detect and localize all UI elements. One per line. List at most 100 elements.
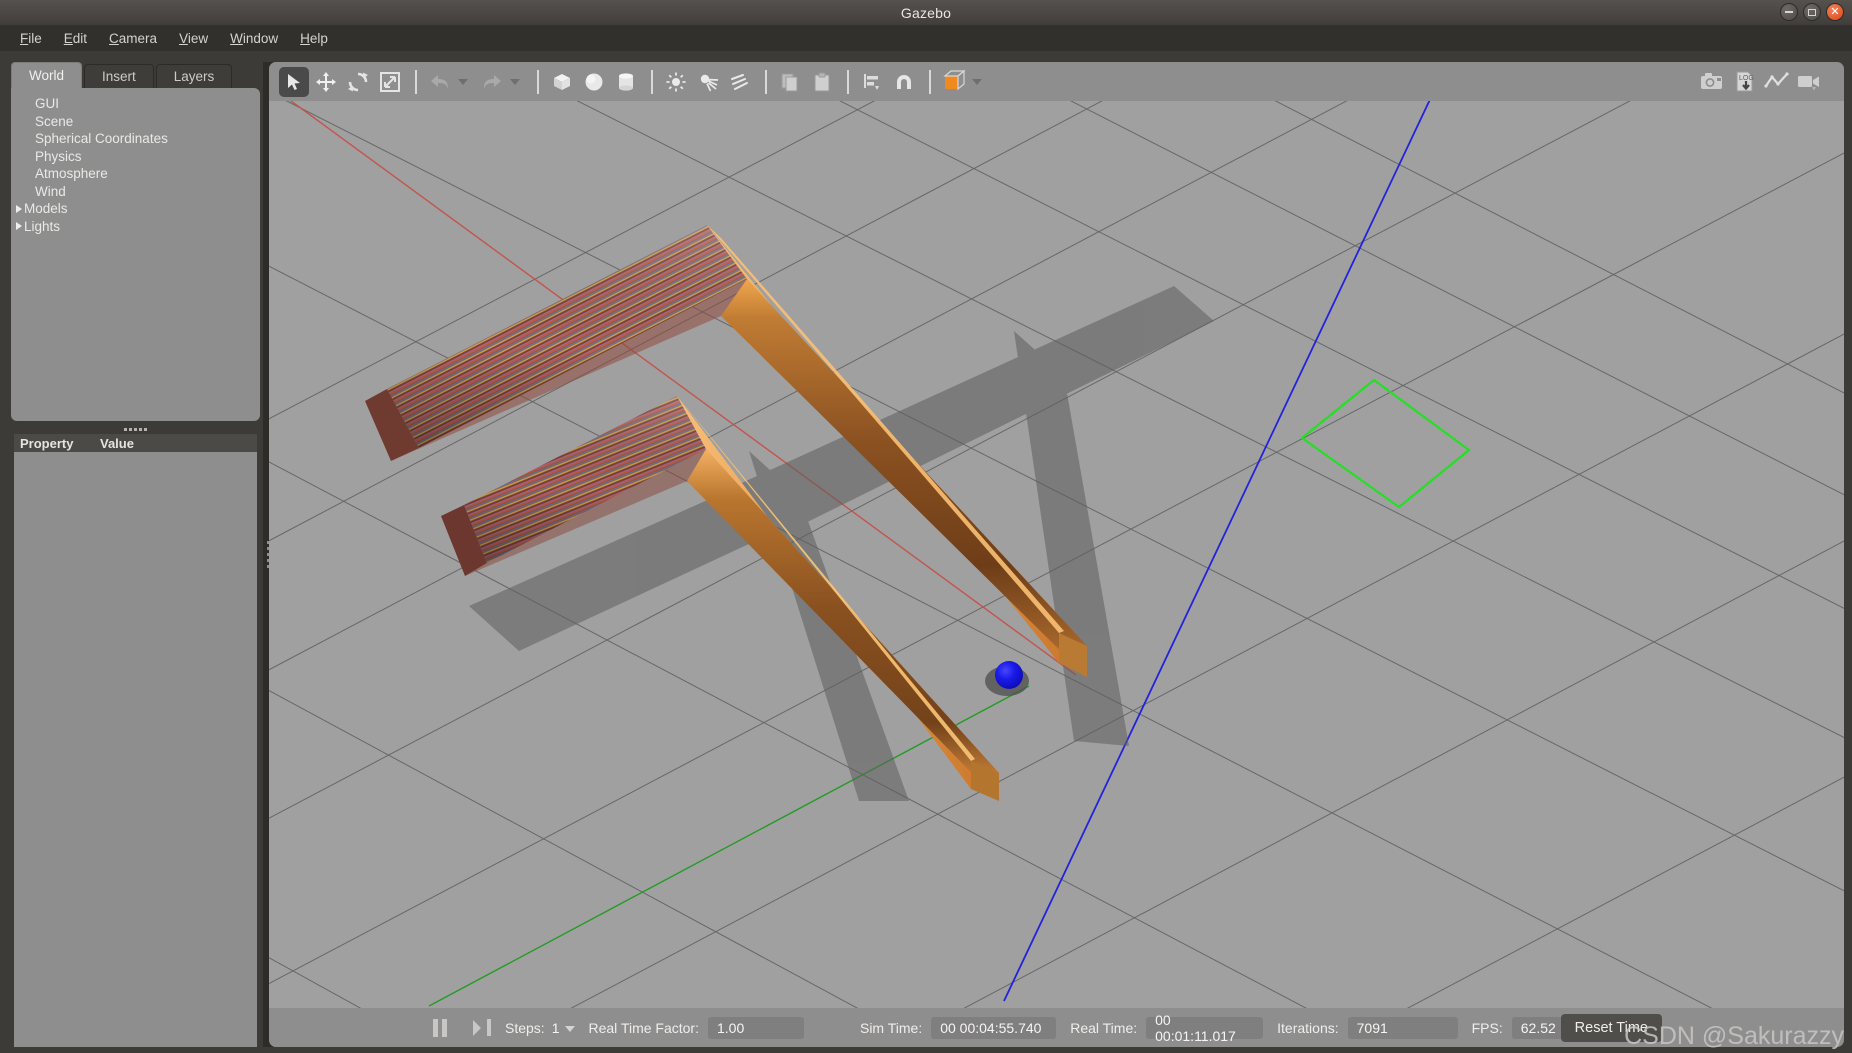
- close-button[interactable]: ✕: [1826, 3, 1844, 21]
- sim-time-field: 00 00:04:55.740: [931, 1016, 1057, 1039]
- tree-item-lights[interactable]: Lights: [11, 218, 260, 236]
- scene-toolbar: LOG: [269, 62, 1844, 101]
- redo-dropdown-caret-icon[interactable]: [510, 78, 520, 85]
- tab-insert-label: Insert: [102, 69, 136, 84]
- column-header-value: Value: [100, 435, 134, 451]
- column-header-property: Property: [20, 435, 74, 451]
- menu-item-view[interactable]: View: [169, 28, 218, 49]
- undo-dropdown-caret-icon[interactable]: [458, 78, 468, 85]
- tree-item-gui-label: GUI: [35, 96, 60, 112]
- tree-item-lights-label: Lights: [24, 218, 61, 234]
- copy-icon: [781, 73, 798, 91]
- menu-item-camera[interactable]: Camera: [99, 28, 167, 49]
- scale-mode-button[interactable]: [375, 67, 405, 97]
- scene-toolbar-right: LOG: [1698, 62, 1826, 101]
- camera-icon: [1701, 72, 1722, 89]
- tree-item-physics-label: Physics: [35, 148, 82, 164]
- sim-time-value: 00 00:04:55.740: [940, 1019, 1042, 1036]
- screenshot-button[interactable]: [1698, 67, 1728, 97]
- watermark: CSDN @Sakurazzy: [1624, 1022, 1844, 1050]
- steps-value[interactable]: 1: [552, 1020, 560, 1036]
- maximize-button[interactable]: [1803, 3, 1821, 21]
- redo-button[interactable]: [477, 67, 507, 97]
- plotting-button[interactable]: [1762, 67, 1792, 97]
- toolbar-divider: [765, 69, 767, 94]
- tree-item-models[interactable]: Models: [11, 200, 260, 218]
- real-time-factor-value: 1.00: [716, 1019, 745, 1036]
- video-camera-icon: [1798, 75, 1819, 90]
- step-forward-button[interactable]: [472, 1019, 491, 1037]
- real-time-field: 00 00:01:11.017: [1146, 1012, 1264, 1044]
- tab-insert[interactable]: Insert: [84, 64, 154, 88]
- iterations-value: 7091: [1356, 1019, 1388, 1036]
- undo-button[interactable]: [425, 67, 455, 97]
- paste-button[interactable]: [807, 67, 837, 97]
- property-table-header: Property Value: [14, 434, 257, 452]
- insert-point-light-button[interactable]: [661, 67, 691, 97]
- scale-icon: [380, 71, 400, 92]
- tab-layers[interactable]: Layers: [155, 64, 233, 88]
- maximize-icon: [1808, 8, 1816, 16]
- rotate-mode-button[interactable]: [343, 67, 373, 97]
- steps-label: Steps:: [505, 1019, 545, 1036]
- iterations-field: 7091: [1347, 1016, 1458, 1039]
- insert-spot-light-button[interactable]: [693, 67, 723, 97]
- main-container: World Insert Layers GUI Scene Spherical …: [0, 51, 1852, 1053]
- iterations-label: Iterations:: [1277, 1019, 1339, 1036]
- select-mode-button[interactable]: [279, 66, 309, 97]
- insert-sphere-button[interactable]: [579, 67, 609, 97]
- close-icon: ✕: [1830, 5, 1840, 18]
- tree-item-scene-label: Scene: [35, 113, 74, 129]
- tab-layers-label: Layers: [173, 69, 215, 84]
- tree-item-physics[interactable]: Physics: [11, 148, 260, 166]
- log-data-button[interactable]: LOG: [1730, 67, 1760, 97]
- view-angle-button[interactable]: [939, 67, 969, 97]
- copy-button[interactable]: [775, 67, 805, 97]
- undo-arrow-icon: [431, 74, 449, 89]
- tree-item-wind-label: Wind: [35, 183, 66, 199]
- property-table-body: [14, 452, 257, 1047]
- align-icon: [864, 73, 879, 90]
- real-time-value: 00 00:01:11.017: [1155, 1011, 1236, 1044]
- box-icon: [554, 73, 570, 90]
- toolbar-divider: [537, 69, 539, 94]
- 3d-viewport[interactable]: [269, 101, 1844, 1008]
- real-time-factor-label: Real Time Factor:: [588, 1019, 699, 1036]
- insert-directional-light-button[interactable]: [725, 67, 755, 97]
- tab-world[interactable]: World: [11, 62, 83, 88]
- plot-line-icon: [1764, 71, 1789, 88]
- left-panel: World Insert Layers GUI Scene Spherical …: [7, 62, 260, 1047]
- steps-dropdown-caret-icon[interactable]: [564, 1026, 575, 1032]
- menu-item-edit[interactable]: Edit: [54, 28, 97, 49]
- snap-button[interactable]: [889, 67, 919, 97]
- panel-resize-handle[interactable]: [11, 424, 260, 434]
- menu-bar: FFileile Edit Camera View Window Help: [0, 25, 1852, 51]
- tree-item-spherical-coordinates-label: Spherical Coordinates: [35, 131, 168, 147]
- pause-icon: [433, 1018, 438, 1037]
- panel-tabs: World Insert Layers: [7, 62, 260, 88]
- toolbar-divider: [929, 69, 931, 94]
- tree-item-atmosphere[interactable]: Atmosphere: [11, 165, 260, 183]
- tree-item-wind[interactable]: Wind: [11, 183, 260, 201]
- pause-icon: [442, 1018, 447, 1037]
- insert-box-button[interactable]: [547, 67, 577, 97]
- menu-item-help[interactable]: Help: [290, 28, 338, 49]
- scene-render: [269, 101, 1844, 1008]
- view-angle-dropdown-caret-icon[interactable]: [972, 78, 982, 85]
- view-cube-icon: [942, 70, 966, 91]
- tab-world-label: World: [29, 68, 65, 83]
- record-video-button[interactable]: [1794, 67, 1824, 97]
- minimize-button[interactable]: [1780, 3, 1798, 21]
- pause-button[interactable]: [433, 1018, 447, 1037]
- cylinder-icon: [619, 72, 633, 91]
- insert-cylinder-button[interactable]: [611, 67, 641, 97]
- tree-item-gui[interactable]: GUI: [11, 95, 260, 113]
- tree-item-spherical-coordinates[interactable]: Spherical Coordinates: [11, 130, 260, 148]
- minimize-icon: [1785, 11, 1793, 13]
- menu-item-file[interactable]: FFileile: [10, 28, 52, 49]
- menu-item-window[interactable]: Window: [220, 28, 288, 49]
- render-area: LOG Steps: 1 Real Time Factor: 1.00 Sim …: [269, 62, 1844, 1047]
- translate-mode-button[interactable]: [311, 67, 341, 97]
- align-button[interactable]: [857, 67, 887, 97]
- tree-item-scene[interactable]: Scene: [11, 113, 260, 131]
